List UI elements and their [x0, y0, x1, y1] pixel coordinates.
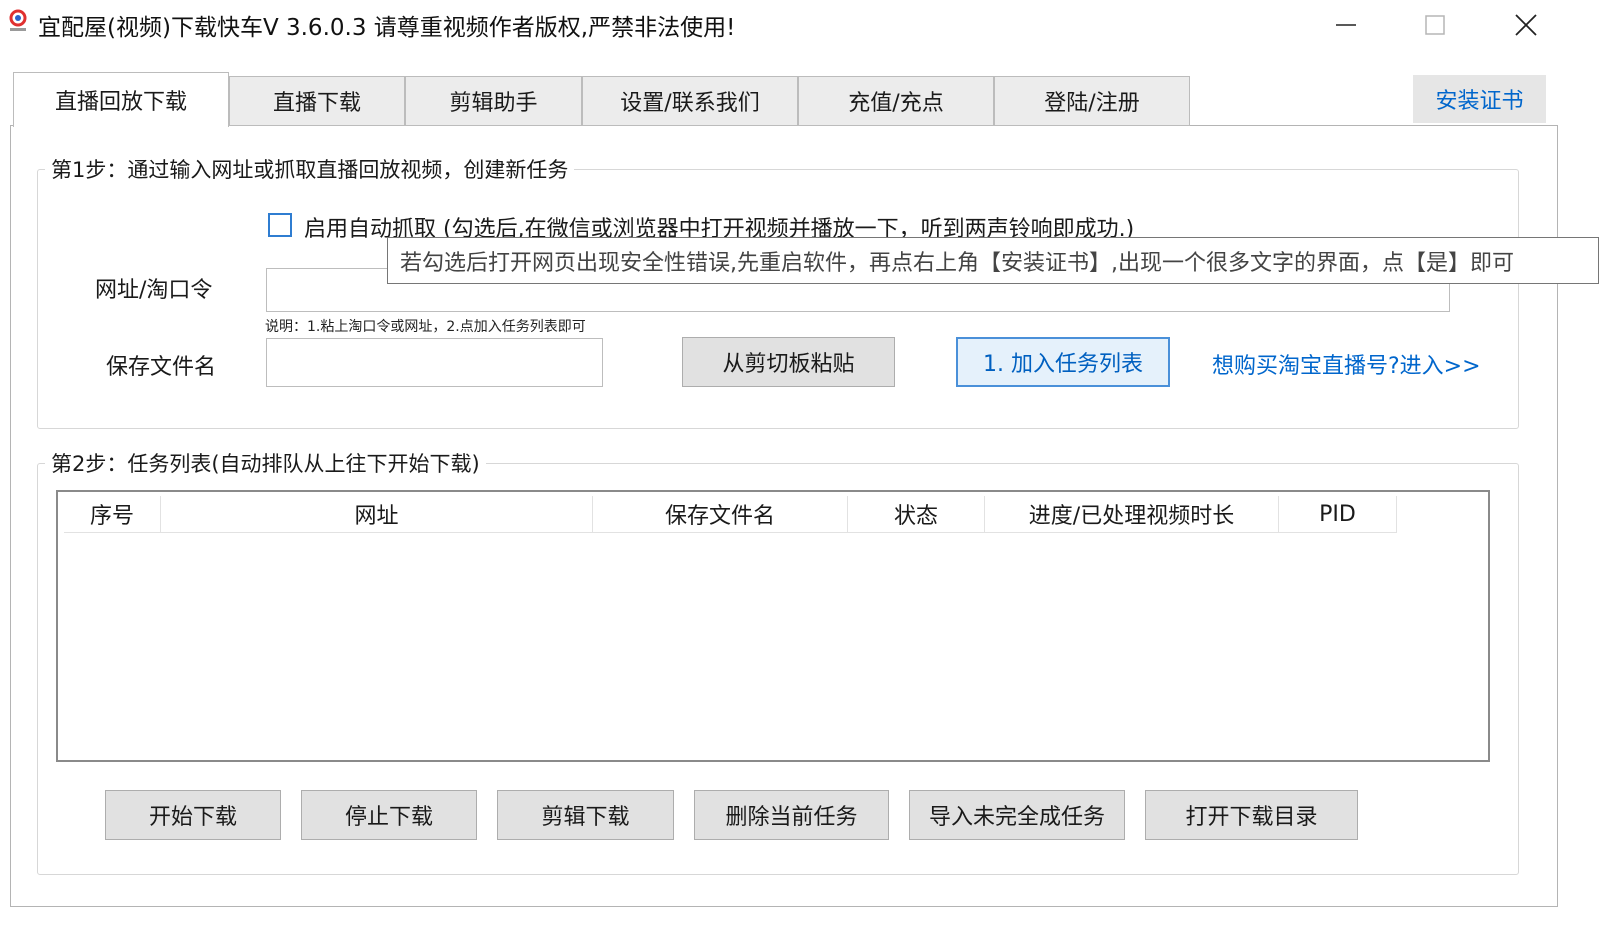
edit-download-button[interactable]: 剪辑下载 [497, 790, 674, 840]
tab-login-register[interactable]: 登陆/注册 [994, 76, 1190, 126]
add-to-task-list-button[interactable]: 1. 加入任务列表 [956, 337, 1170, 387]
import-incomplete-tasks-button[interactable]: 导入未完全成任务 [909, 790, 1125, 840]
column-header-status[interactable]: 状态 [848, 496, 985, 532]
title-bar: 宜配屋(视频)下载快车V 3.6.0.3 请尊重视频作者版权,严禁非法使用! [0, 0, 1599, 50]
open-download-folder-button[interactable]: 打开下载目录 [1145, 790, 1358, 840]
auto-capture-checkbox[interactable] [268, 213, 292, 237]
column-header-progress[interactable]: 进度/已处理视频时长 [985, 496, 1279, 532]
table-header: 序号 网址 保存文件名 状态 进度/已处理视频时长 PID [64, 496, 1397, 533]
tab-live-replay-download[interactable]: 直播回放下载 [13, 72, 229, 127]
maximize-button[interactable] [1389, 0, 1481, 50]
tab-edit-helper[interactable]: 剪辑助手 [405, 76, 582, 126]
buy-taobao-live-link[interactable]: 想购买淘宝直播号?进入>> [1212, 348, 1481, 380]
install-certificate-button[interactable]: 安装证书 [1413, 75, 1546, 123]
url-label: 网址/淘口令 [95, 278, 213, 303]
close-button[interactable] [1480, 0, 1572, 50]
tab-settings-contact[interactable]: 设置/联系我们 [582, 76, 798, 126]
maximize-icon [1424, 14, 1446, 36]
tab-recharge[interactable]: 充值/充点 [798, 76, 994, 126]
task-list-table[interactable]: 序号 网址 保存文件名 状态 进度/已处理视频时长 PID [56, 490, 1490, 762]
filename-input[interactable] [266, 338, 603, 387]
column-header-pid[interactable]: PID [1279, 496, 1397, 532]
delete-current-task-button[interactable]: 删除当前任务 [694, 790, 889, 840]
minimize-button[interactable] [1300, 0, 1392, 50]
step2-title: 第2步：任务列表(自动排队从上往下开始下载) [45, 448, 486, 478]
paste-from-clipboard-button[interactable]: 从剪切板粘贴 [682, 337, 895, 387]
start-download-button[interactable]: 开始下载 [105, 790, 281, 840]
url-hint: 说明：1.粘上淘口令或网址，2.点加入任务列表即可 [265, 319, 586, 335]
column-header-url[interactable]: 网址 [161, 496, 593, 532]
stop-download-button[interactable]: 停止下载 [301, 790, 477, 840]
app-logo-icon [8, 9, 28, 35]
window-title: 宜配屋(视频)下载快车V 3.6.0.3 请尊重视频作者版权,严禁非法使用! [38, 15, 736, 41]
filename-label: 保存文件名 [106, 355, 217, 380]
column-header-filename[interactable]: 保存文件名 [593, 496, 848, 532]
close-icon [1514, 13, 1538, 37]
minimize-icon [1335, 14, 1357, 36]
tab-live-download[interactable]: 直播下载 [229, 76, 405, 126]
security-tooltip: 若勾选后打开网页出现安全性错误,先重启软件，再点右上角【安装证书】,出现一个很多… [387, 237, 1599, 284]
column-header-index[interactable]: 序号 [64, 496, 161, 532]
step1-title: 第1步：通过输入网址或抓取直播回放视频，创建新任务 [45, 154, 575, 184]
